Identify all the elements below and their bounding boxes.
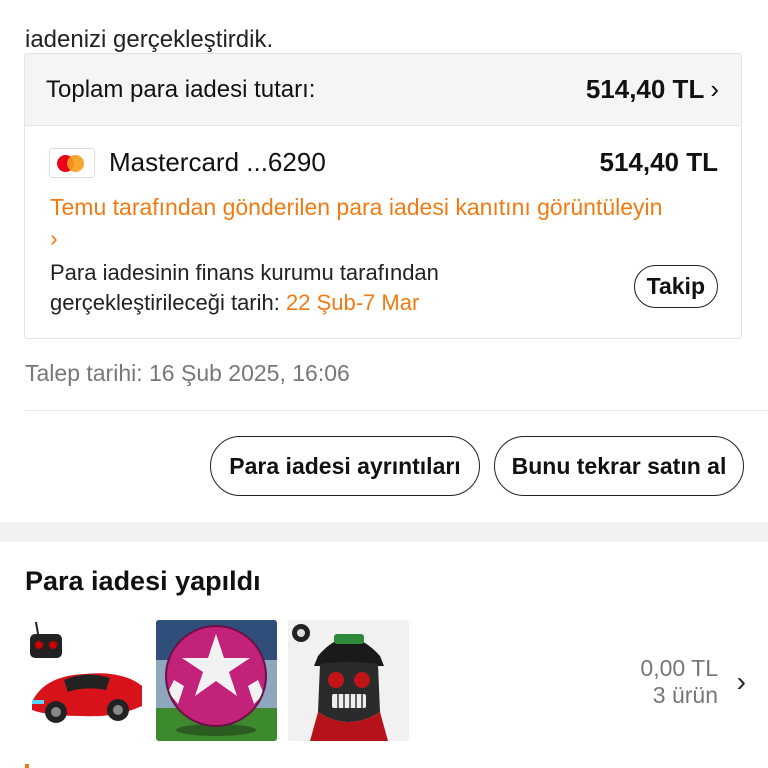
payment-method-row: Mastercard ...6290 514,40 TL	[49, 147, 718, 178]
divider	[25, 410, 768, 411]
refund-proof-link[interactable]: Temu tarafından gönderilen para iadesi k…	[50, 192, 730, 254]
refund-summary-count: 3 ürün	[652, 682, 718, 708]
refund-total-label: Toplam para iadesi tutarı:	[46, 75, 316, 103]
payment-method: Mastercard ...6290	[49, 147, 326, 178]
rc-car-image[interactable]	[24, 620, 145, 741]
refund-summary[interactable]: 0,00 TL 3 ürün	[640, 655, 718, 709]
soccer-ball-image[interactable]	[156, 620, 277, 741]
refund-summary-amount: 0,00 TL	[640, 655, 718, 681]
bottom-partial-content	[25, 764, 29, 768]
refund-total-row[interactable]: Toplam para iadesi tutarı: 514,40 TL ›	[25, 54, 741, 126]
chevron-right-icon: ›	[710, 74, 719, 104]
mastercard-icon	[49, 147, 95, 178]
refund-total-amount: 514,40 TL	[585, 74, 705, 104]
refund-details-button[interactable]: Para iadesi ayrıntıları	[210, 436, 480, 496]
track-button[interactable]: Takip	[633, 265, 718, 308]
finance-date-text: Para iadesinin finans kurumu tarafından …	[50, 258, 570, 318]
skull-mask-image[interactable]	[288, 620, 409, 741]
chevron-right-icon[interactable]: ›	[737, 666, 746, 698]
intro-line-partial	[25, 0, 745, 22]
section-separator	[0, 522, 768, 542]
chevron-right-icon: ›	[50, 225, 58, 251]
refund-total-amount-wrap: 514,40 TL ›	[586, 74, 719, 105]
refund-card: Toplam para iadesi tutarı: 514,40 TL › M…	[24, 53, 742, 339]
refunded-section-title: Para iadesi yapıldı	[25, 566, 261, 596]
refund-proof-link-text: Temu tarafından gönderilen para iadesi k…	[50, 194, 663, 220]
request-date: Talep tarihi: 16 Şub 2025, 16:06	[25, 360, 350, 386]
card-amount: 514,40 TL	[599, 147, 718, 177]
buy-again-button[interactable]: Bunu tekrar satın al	[494, 436, 744, 496]
finance-date: 22 Şub-7 Mar	[286, 290, 420, 315]
intro-text: iadenizi gerçekleştirdik.	[25, 0, 745, 58]
card-name: Mastercard ...6290	[109, 147, 326, 177]
